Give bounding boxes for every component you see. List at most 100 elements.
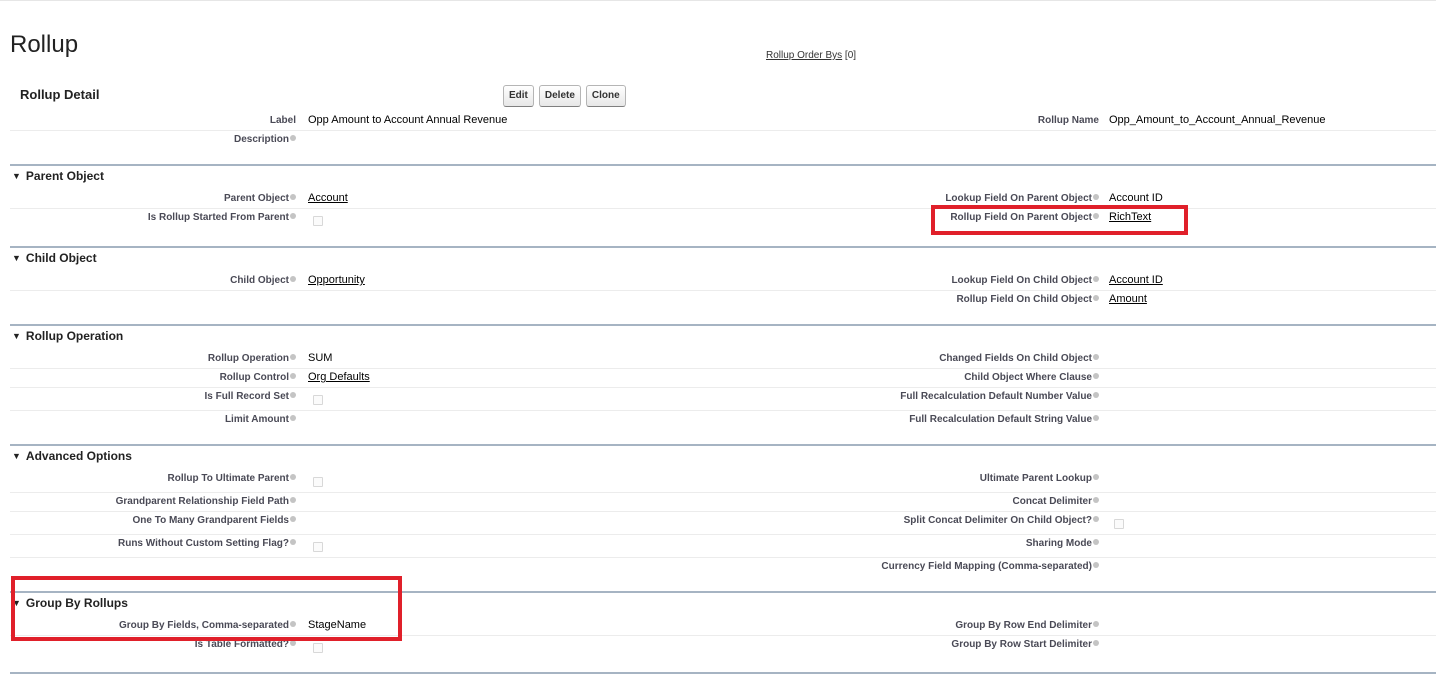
help-icon[interactable] <box>1093 497 1099 504</box>
section-header-advanced-options[interactable]: ▼ Advanced Options <box>12 449 132 463</box>
full-recalc-number-label-text: Full Recalculation Default Number Value <box>900 391 1092 402</box>
related-links: Rollup Order Bys [0] <box>766 50 856 61</box>
help-icon[interactable] <box>1093 392 1099 399</box>
help-icon[interactable] <box>290 640 296 647</box>
rollup-field-child-link[interactable]: Amount <box>1109 293 1147 305</box>
label-field-value: Opp Amount to Account Annual Revenue <box>308 114 508 126</box>
split-concat-label: Split Concat Delimiter On Child Object? <box>904 515 1099 526</box>
lookup-child-label-text: Lookup Field On Child Object <box>951 275 1092 286</box>
row-divider <box>10 368 1436 369</box>
full-record-set-label: Is Full Record Set <box>205 391 296 402</box>
changed-fields-label-text: Changed Fields On Child Object <box>939 353 1092 364</box>
help-icon[interactable] <box>1093 516 1099 523</box>
section-title: Parent Object <box>25 169 104 183</box>
help-icon[interactable] <box>290 392 296 399</box>
row-divider <box>10 290 1436 291</box>
one-to-many-label-text: One To Many Grandparent Fields <box>132 515 289 526</box>
highlight-box-rollup-field-parent <box>931 205 1188 235</box>
ultimate-parent-lookup-label-text: Ultimate Parent Lookup <box>979 473 1092 484</box>
section-divider <box>10 324 1436 326</box>
row-divider <box>10 511 1436 512</box>
help-icon[interactable] <box>1093 539 1099 546</box>
rollup-name-label-text: Rollup Name <box>1037 115 1099 126</box>
section-title: Rollup Operation <box>25 329 124 343</box>
help-icon[interactable] <box>1093 373 1099 380</box>
row-end-delimiter-label-text: Group By Row End Delimiter <box>955 620 1092 631</box>
collapse-triangle-icon[interactable]: ▼ <box>12 451 21 461</box>
limit-amount-label: Limit Amount <box>225 414 296 425</box>
collapse-triangle-icon[interactable]: ▼ <box>12 253 21 263</box>
help-icon[interactable] <box>290 539 296 546</box>
help-icon[interactable] <box>1093 474 1099 481</box>
help-icon[interactable] <box>290 354 296 361</box>
rollup-field-child-label-text: Rollup Field On Child Object <box>956 294 1092 305</box>
lookup-parent-label-text: Lookup Field On Parent Object <box>945 193 1092 204</box>
help-icon[interactable] <box>290 516 296 523</box>
ultimate-parent-lookup-label: Ultimate Parent Lookup <box>980 473 1099 484</box>
full-recalc-string-label-text: Full Recalculation Default String Value <box>909 414 1092 425</box>
started-from-parent-label-text: Is Rollup Started From Parent <box>147 212 289 223</box>
child-object-link[interactable]: Opportunity <box>308 274 365 286</box>
sharing-mode-label: Sharing Mode <box>1026 538 1099 549</box>
section-header-parent-object[interactable]: ▼ Parent Object <box>12 169 104 183</box>
parent-object-link[interactable]: Account <box>308 192 348 204</box>
started-from-parent-label: Is Rollup Started From Parent <box>148 212 296 223</box>
help-icon[interactable] <box>1093 194 1099 201</box>
collapse-triangle-icon[interactable]: ▼ <box>12 331 21 341</box>
rollup-control-link[interactable]: Org Defaults <box>308 371 370 383</box>
split-concat-label-text: Split Concat Delimiter On Child Object? <box>903 515 1092 526</box>
edit-button[interactable]: Edit <box>503 85 534 107</box>
child-object-value: Opportunity <box>308 274 365 286</box>
ultimate-parent-label: Rollup To Ultimate Parent <box>167 473 296 484</box>
help-icon[interactable] <box>290 497 296 504</box>
full-record-set-checkbox <box>313 395 323 405</box>
help-icon[interactable] <box>1093 640 1099 647</box>
row-divider <box>10 410 1436 411</box>
help-icon[interactable] <box>1093 621 1099 628</box>
help-icon[interactable] <box>1093 415 1099 422</box>
clone-button[interactable]: Clone <box>585 85 626 107</box>
delete-button[interactable]: Delete <box>538 85 581 107</box>
section-divider <box>10 444 1436 446</box>
rollup-order-bys-link[interactable]: Rollup Order Bys <box>766 50 842 61</box>
lookup-parent-label: Lookup Field On Parent Object <box>945 193 1099 204</box>
grandparent-path-label-text: Grandparent Relationship Field Path <box>115 496 289 507</box>
label-field-label-text: Label <box>269 115 296 126</box>
help-icon[interactable] <box>290 135 296 142</box>
collapse-triangle-icon[interactable]: ▼ <box>12 171 21 181</box>
limit-amount-label-text: Limit Amount <box>224 414 289 425</box>
parent-object-label-text: Parent Object <box>223 193 289 204</box>
help-icon[interactable] <box>290 276 296 283</box>
row-end-delimiter-label: Group By Row End Delimiter <box>955 620 1099 631</box>
rollup-operation-label: Rollup Operation <box>208 353 296 364</box>
row-divider <box>10 130 1436 131</box>
help-icon[interactable] <box>290 194 296 201</box>
help-icon[interactable] <box>1093 276 1099 283</box>
rollup-control-label-text: Rollup Control <box>219 372 289 383</box>
section-header-child-object[interactable]: ▼ Child Object <box>12 251 97 265</box>
section-title: Advanced Options <box>25 449 132 463</box>
help-icon[interactable] <box>1093 354 1099 361</box>
sharing-mode-label-text: Sharing Mode <box>1025 538 1092 549</box>
rollup-field-child-value: Amount <box>1109 293 1147 305</box>
help-icon[interactable] <box>1093 295 1099 302</box>
help-icon[interactable] <box>290 373 296 380</box>
grandparent-path-label: Grandparent Relationship Field Path <box>116 496 296 507</box>
lookup-child-link[interactable]: Account ID <box>1109 274 1163 286</box>
section-divider <box>10 246 1436 248</box>
rollup-name-label: Rollup Name <box>1038 115 1099 126</box>
section-divider <box>10 672 1436 674</box>
help-icon[interactable] <box>290 474 296 481</box>
row-start-delimiter-label-text: Group By Row Start Delimiter <box>951 639 1092 650</box>
help-icon[interactable] <box>1093 562 1099 569</box>
section-header-rollup-operation[interactable]: ▼ Rollup Operation <box>12 329 123 343</box>
row-divider <box>10 557 1436 558</box>
help-icon[interactable] <box>290 415 296 422</box>
where-clause-label: Child Object Where Clause <box>964 372 1099 383</box>
ultimate-parent-label-text: Rollup To Ultimate Parent <box>167 473 290 484</box>
table-formatted-checkbox <box>313 643 323 653</box>
lookup-parent-value: Account ID <box>1109 192 1163 204</box>
child-object-label: Child Object <box>230 275 296 286</box>
page-title: Rollup <box>10 31 79 59</box>
help-icon[interactable] <box>290 213 296 220</box>
